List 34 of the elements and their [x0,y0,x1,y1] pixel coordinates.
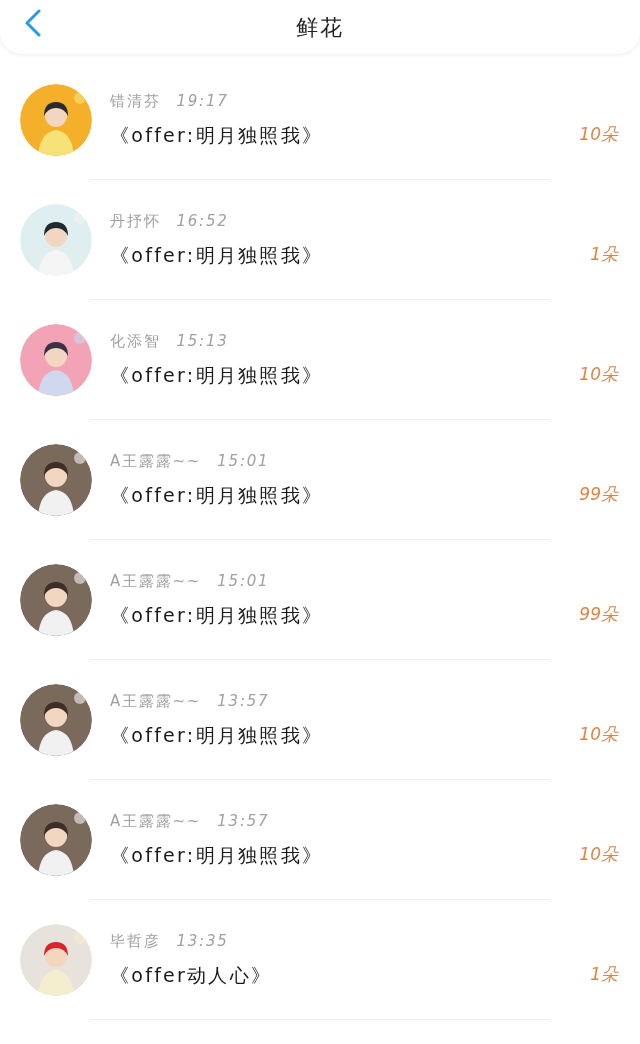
gift-time: 13:57 [217,691,270,712]
gift-message: 《offer:明月独照我》 [110,242,324,268]
sender-name: 丹抒怀 [110,211,161,232]
sender-name: A王露露~~ [110,691,202,712]
flower-count: 99朵 [579,603,618,626]
sender-name: A王露露~~ [110,811,202,832]
gift-message: 《offer:明月独照我》 [110,842,324,868]
gift-message: 《offer动人心》 [110,962,273,988]
sender-name: 毕哲彦 [110,931,161,952]
gift-message: 《offer:明月独照我》 [110,362,324,388]
gift-message: 《offer:明月独照我》 [110,122,324,148]
back-icon[interactable] [24,9,42,37]
flower-count: 1朵 [590,243,618,266]
gift-time: 16:52 [176,211,229,232]
flower-count: 10朵 [579,843,618,866]
gift-time: 15:01 [217,571,270,592]
flower-count: 10朵 [579,123,618,146]
gift-message: 《offer:明月独照我》 [110,602,324,628]
flower-count: 1朵 [590,963,618,986]
sender-name: 化添智 [110,331,161,352]
gift-time: 15:13 [176,331,229,352]
page-title: 鲜花 [295,13,345,42]
flower-count: 10朵 [579,723,618,746]
flower-count: 99朵 [579,483,618,506]
gift-message: 《offer:明月独照我》 [110,722,324,748]
gift-time: 15:01 [217,451,270,472]
gift-message: 《offer:明月独照我》 [110,482,324,508]
sender-name: A王露露~~ [110,571,202,592]
flower-count: 10朵 [579,363,618,386]
sender-name: 错清芬 [110,91,161,112]
gift-time: 13:57 [217,811,270,832]
gift-time: 13:35 [176,931,229,952]
sender-name: A王露露~~ [110,451,202,472]
gift-time: 19:17 [176,91,229,112]
